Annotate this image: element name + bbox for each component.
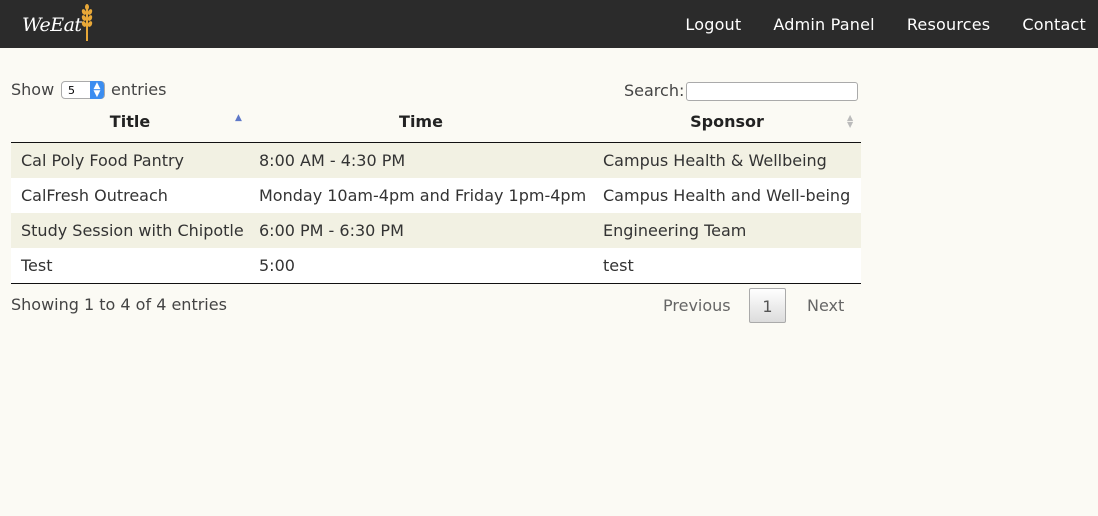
cell-time: Monday 10am-4pm and Friday 1pm-4pm [259,186,587,205]
sort-ascending-icon: ▲ [235,113,242,123]
cell-title: Cal Poly Food Pantry [21,151,185,170]
nav-admin-panel[interactable]: Admin Panel [773,15,874,34]
cell-time: 5:00 [259,256,295,275]
logo-text: WeEat [22,14,82,36]
cell-sponsor: test [603,256,634,275]
table-info: Showing 1 to 4 of 4 entries [11,295,227,314]
brand-logo[interactable]: WeEat [22,4,94,46]
table-row[interactable]: CalFresh Outreach Monday 10am-4pm and Fr… [11,178,861,213]
entries-label: entries [111,80,167,99]
table-row[interactable]: Test 5:00 test [11,248,861,283]
cell-time: 6:00 PM - 6:30 PM [259,221,404,240]
wheat-icon [81,4,92,41]
cell-title: Test [21,256,53,275]
select-arrows-icon: ▲ ▼ [90,81,104,99]
cell-sponsor: Engineering Team [603,221,747,240]
nav-logout[interactable]: Logout [685,15,741,34]
next-button[interactable]: Next [807,296,844,315]
table-body: Cal Poly Food Pantry 8:00 AM - 4:30 PM C… [11,143,861,284]
cell-title: Study Session with Chipotle [21,221,244,240]
sort-both-icon: ▲ ▼ [847,113,854,129]
cell-sponsor: Campus Health & Wellbeing [603,151,827,170]
page-button-current[interactable]: 1 [749,288,786,323]
show-label: Show [11,80,55,99]
page-length-select[interactable]: 5 ▲ ▼ [61,81,105,99]
previous-button[interactable]: Previous [663,296,731,315]
nav-links: Logout Admin Panel Resources Contact [685,0,1098,48]
cell-time: 8:00 AM - 4:30 PM [259,151,406,170]
table-header: Title Time Sponsor ▲ ▲ ▼ [11,108,861,143]
page-length-value: 5 [68,84,75,97]
nav-contact[interactable]: Contact [1022,15,1086,34]
search-label: Search: [624,81,685,100]
column-header-time[interactable]: Time [249,108,593,142]
nav-resources[interactable]: Resources [907,15,991,34]
table-row[interactable]: Study Session with Chipotle 6:00 PM - 6:… [11,213,861,248]
pagination: Previous 1 Next [650,288,860,324]
top-navbar: WeEat Logout Admin Panel Resources Conta… [0,0,1098,48]
table-row[interactable]: Cal Poly Food Pantry 8:00 AM - 4:30 PM C… [11,143,861,178]
column-header-title[interactable]: Title [11,108,249,142]
cell-sponsor: Campus Health and Well-being [603,186,851,205]
events-table: Title Time Sponsor ▲ ▲ ▼ Cal Poly Food Pa… [11,108,861,284]
search-input[interactable] [686,82,858,101]
table-controls: Show 5 ▲ ▼ entries Search: [11,80,859,104]
cell-title: CalFresh Outreach [21,186,168,205]
column-header-sponsor[interactable]: Sponsor [593,108,861,142]
